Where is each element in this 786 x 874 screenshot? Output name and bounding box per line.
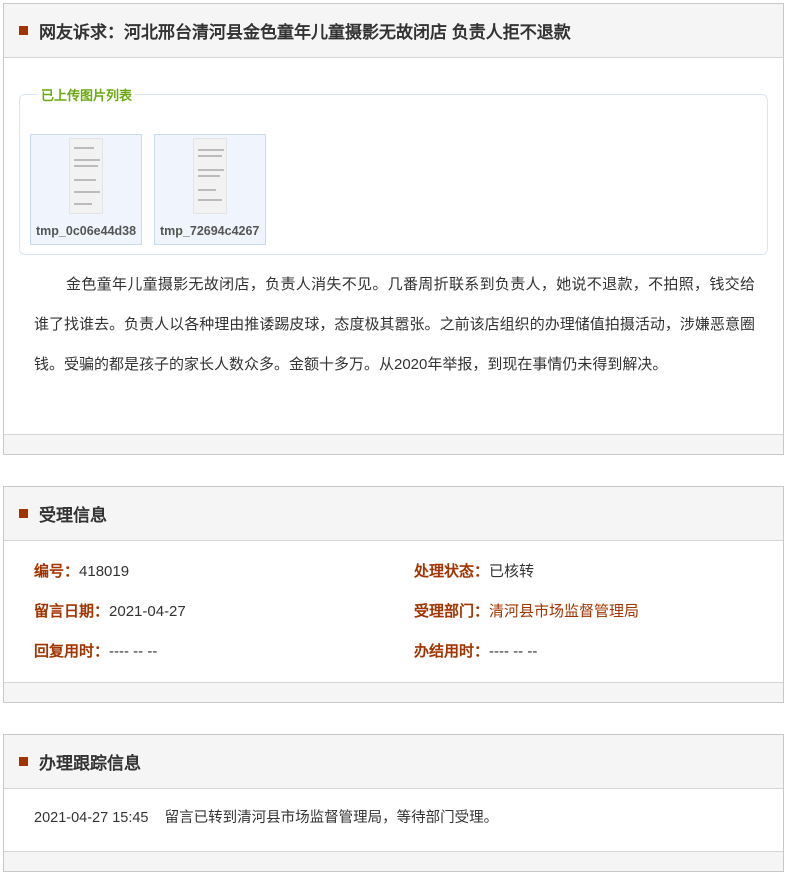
field-label: 编号：	[34, 563, 80, 580]
panel-footer	[4, 434, 783, 454]
field-label: 回复用时：	[34, 643, 110, 660]
entry-time: 2021-04-27 15:45	[34, 810, 149, 826]
image-thumbnail[interactable]: tmp_0c06e44d38	[30, 134, 142, 245]
screenshot-image	[193, 138, 227, 214]
images-legend: 已上传图片列表	[41, 88, 133, 103]
panel-footer	[4, 682, 783, 702]
panel-header: 受理信息	[4, 487, 783, 541]
screenshot-image	[69, 138, 103, 214]
acceptance-panel: 受理信息 编号：418019 处理状态：已核转 留言日期：2021-04-27 …	[3, 486, 784, 703]
square-bullet-icon	[19, 509, 28, 518]
image-thumbnail[interactable]: tmp_72694c4267	[154, 134, 266, 245]
image-name: tmp_0c06e44d38	[36, 224, 136, 238]
field-finish-time: 办结用时：---- -- --	[414, 634, 753, 674]
complaint-panel: 网友诉求：河北邢台清河县金色童年儿童摄影无故闭店 负责人拒不退款 已上传图片列表…	[3, 3, 784, 455]
square-bullet-icon	[19, 757, 28, 766]
field-value: 418019	[79, 563, 130, 580]
uploaded-images: 已上传图片列表 tmp_0c06e44d38 tmp_72694c4267	[19, 85, 768, 255]
field-reply-time: 回复用时：---- -- --	[34, 634, 414, 674]
field-date: 留言日期：2021-04-27	[34, 594, 414, 634]
entry-text: 留言已转到清河县市场监督管理局，等待部门受理。	[164, 810, 499, 826]
field-value: ---- -- --	[489, 643, 538, 660]
tracking-panel: 办理跟踪信息 2021-04-27 15:45 留言已转到清河县市场监督管理局，…	[3, 734, 784, 872]
field-label: 处理状态：	[414, 563, 490, 580]
field-value: 2021-04-27	[109, 603, 186, 620]
field-value: 已核转	[489, 563, 535, 580]
field-department: 受理部门：清河县市场监督管理局	[414, 594, 753, 634]
panel-header: 办理跟踪信息	[4, 735, 783, 789]
section-title: 受理信息	[39, 506, 107, 525]
page-title: 网友诉求：河北邢台清河县金色童年儿童摄影无故闭店 负责人拒不退款	[39, 23, 571, 42]
panel-header: 网友诉求：河北邢台清河县金色童年儿童摄影无故闭店 负责人拒不退款	[4, 4, 783, 58]
field-value: ---- -- --	[109, 643, 158, 660]
field-label: 留言日期：	[34, 603, 110, 620]
field-label: 办结用时：	[414, 643, 490, 660]
field-id: 编号：418019	[34, 554, 414, 594]
field-label: 受理部门：	[414, 603, 490, 620]
field-status: 处理状态：已核转	[414, 554, 753, 594]
section-title: 办理跟踪信息	[39, 754, 141, 773]
square-bullet-icon	[19, 26, 28, 35]
tracking-entry: 2021-04-27 15:45 留言已转到清河县市场监督管理局，等待部门受理。	[4, 789, 783, 847]
complaint-body: 金色童年儿童摄影无故闭店，负责人消失不见。几番周折联系到负责人，她说不退款，不拍…	[34, 276, 755, 373]
image-name: tmp_72694c4267	[160, 224, 260, 238]
department-link[interactable]: 清河县市场监督管理局	[489, 603, 639, 620]
panel-footer	[4, 851, 783, 871]
